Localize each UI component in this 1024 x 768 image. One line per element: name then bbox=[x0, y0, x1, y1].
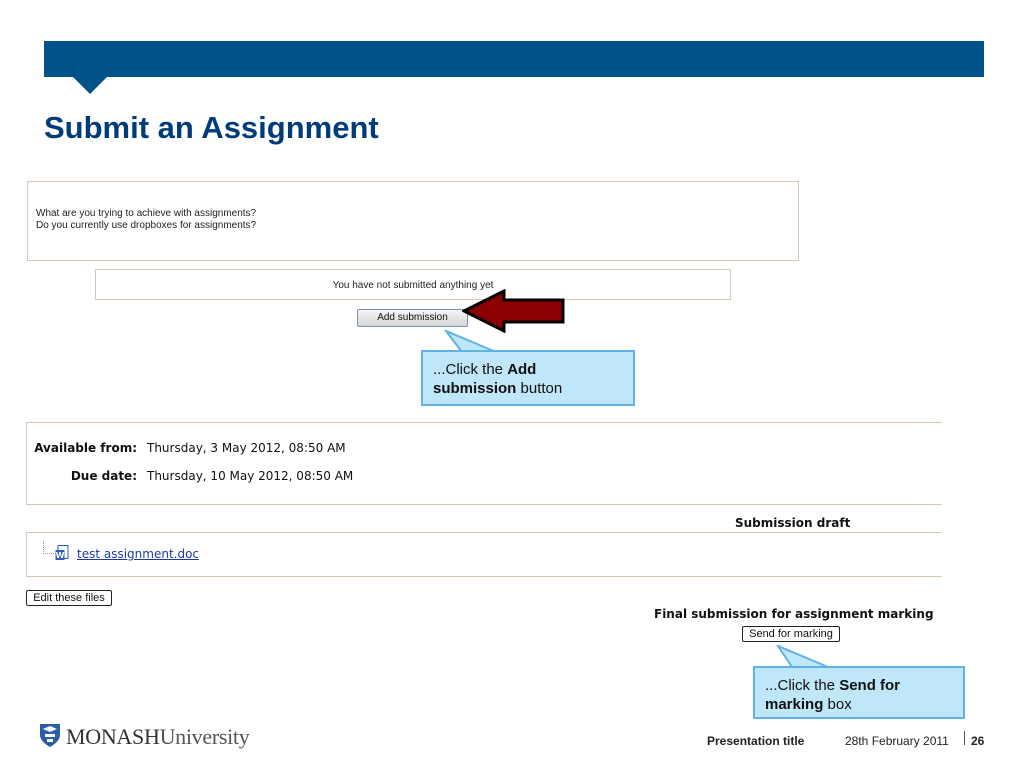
file-link[interactable]: test assignment.doc bbox=[77, 547, 199, 561]
university-name: MONASHUniversity bbox=[66, 724, 250, 750]
word-document-icon: W bbox=[55, 545, 69, 560]
due-date-label: Due date: bbox=[70, 469, 137, 483]
callout-text: ...Click the bbox=[433, 361, 508, 378]
callout-text: ...Click the bbox=[765, 677, 840, 694]
send-for-marking-callout: ...Click the Send for marking box bbox=[753, 666, 965, 719]
available-from-row: Available from: Thursday, 3 May 2012, 08… bbox=[27, 441, 927, 457]
draft-files-panel: W test assignment.doc bbox=[26, 532, 942, 577]
assignment-description: What are you trying to achieve with assi… bbox=[27, 181, 799, 261]
page-number: 26 bbox=[971, 734, 985, 748]
edit-files-button[interactable]: Edit these files bbox=[26, 590, 112, 606]
final-submission-heading: Final submission for assignment marking bbox=[654, 607, 934, 621]
red-left-arrow-icon bbox=[462, 289, 565, 333]
submission-status: You have not submitted anything yet bbox=[95, 269, 731, 300]
tree-connector bbox=[43, 541, 54, 554]
logo-name: MONASH bbox=[66, 724, 160, 749]
header-banner bbox=[44, 41, 984, 77]
submission-draft-heading: Submission draft bbox=[735, 516, 851, 530]
add-submission-callout: ...Click the Add submission button bbox=[421, 350, 635, 406]
dates-panel: Available from: Thursday, 3 May 2012, 08… bbox=[26, 422, 942, 505]
add-submission-button[interactable]: Add submission bbox=[357, 309, 468, 327]
monash-shield-logo bbox=[40, 724, 60, 747]
footer-divider bbox=[964, 731, 965, 745]
presentation-title: Presentation title bbox=[707, 734, 805, 748]
presentation-date: 28th February 2011 bbox=[845, 734, 949, 748]
callout-text: button bbox=[516, 380, 563, 397]
description-line: Do you currently use dropboxes for assig… bbox=[36, 220, 257, 231]
logo-suffix: University bbox=[159, 724, 250, 749]
callout-text: box bbox=[823, 696, 852, 713]
slide-title: Submit an Assignment bbox=[44, 110, 379, 145]
available-from-label: Available from: bbox=[34, 441, 137, 455]
available-from-value: Thursday, 3 May 2012, 08:50 AM bbox=[147, 441, 346, 455]
send-for-marking-button[interactable]: Send for marking bbox=[742, 626, 840, 642]
due-date-row: Due date: Thursday, 10 May 2012, 08:50 A… bbox=[27, 469, 927, 485]
header-banner-pointer bbox=[73, 77, 107, 94]
due-date-value: Thursday, 10 May 2012, 08:50 AM bbox=[147, 469, 354, 483]
svg-text:W: W bbox=[56, 551, 65, 560]
description-line: What are you trying to achieve with assi… bbox=[36, 208, 257, 219]
